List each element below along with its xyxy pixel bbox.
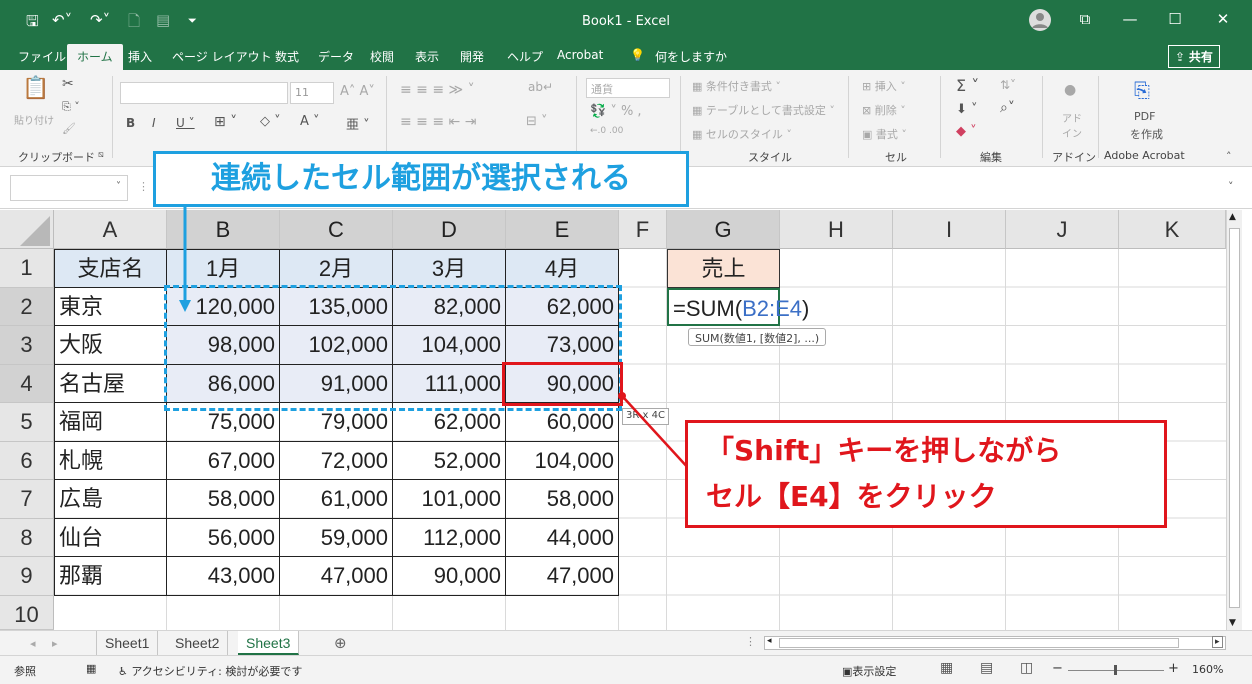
page-break-view-icon[interactable]: ◫ [1020,660,1033,676]
callout-bottom-line1: 「Shift」キーを押しながら [706,434,1062,467]
zoom-out-icon[interactable]: − [1052,661,1063,676]
sheet-tab-2[interactable]: Sheet2 [167,631,229,655]
sheet-next-icon[interactable]: ▸ [52,637,58,650]
scroll-left-icon[interactable]: ◂ [767,636,772,646]
callout-bottom-line2: セル【E4】をクリック [706,480,997,513]
add-sheet-icon[interactable]: ⊕ [334,634,347,652]
status-mode: 参照 [14,665,36,678]
scroll-right-icon[interactable]: ▸ [1212,636,1223,648]
red-pointer-line [623,397,691,471]
macro-record-icon[interactable]: ▦ [86,662,96,675]
display-settings-label: 表示設定 [852,665,897,678]
normal-view-icon[interactable]: ▦ [940,660,953,676]
status-bar: 参照 ▦ ♿ アクセシビリティ: 検討が必要です ▣表示設定 ▦ ▤ ◫ − +… [0,655,1252,684]
display-settings[interactable]: ▣表示設定 [842,663,896,679]
callout-bottom: 「Shift」キーを押しながら セル【E4】をクリック [685,420,1167,528]
sheet-tab-3[interactable]: Sheet3 [238,631,300,655]
sheet-prev-icon[interactable]: ◂ [30,637,36,650]
sheet-tab-1[interactable]: Sheet1 [96,631,159,655]
sheet-tabs-bar: ◂ ▸ Sheet1 Sheet2 Sheet3 ⊕ ⋮ ◂ ▸ [0,630,1252,655]
annotation-arrows [179,205,691,471]
display-settings-icon: ▣ [842,665,853,678]
horizontal-scroll-thumb[interactable] [779,638,1179,648]
zoom-in-icon[interactable]: + [1168,661,1179,676]
red-pointer-dot [618,392,626,400]
accessibility-icon: ♿ [118,665,132,678]
accessibility-label: アクセシビリティ: 検討が必要です [131,665,303,678]
zoom-level[interactable]: 160% [1192,663,1223,676]
page-layout-view-icon[interactable]: ▤ [980,660,993,676]
callout-top: 連続したセル範囲が選択される [153,151,689,207]
blue-arrow-head [179,300,191,312]
accessibility-status[interactable]: ♿ アクセシビリティ: 検討が必要です [118,663,302,679]
horizontal-scrollbar[interactable]: ◂ [764,636,1226,650]
tab-split-grip-icon[interactable]: ⋮ [745,635,756,648]
zoom-slider-thumb[interactable] [1114,665,1117,675]
